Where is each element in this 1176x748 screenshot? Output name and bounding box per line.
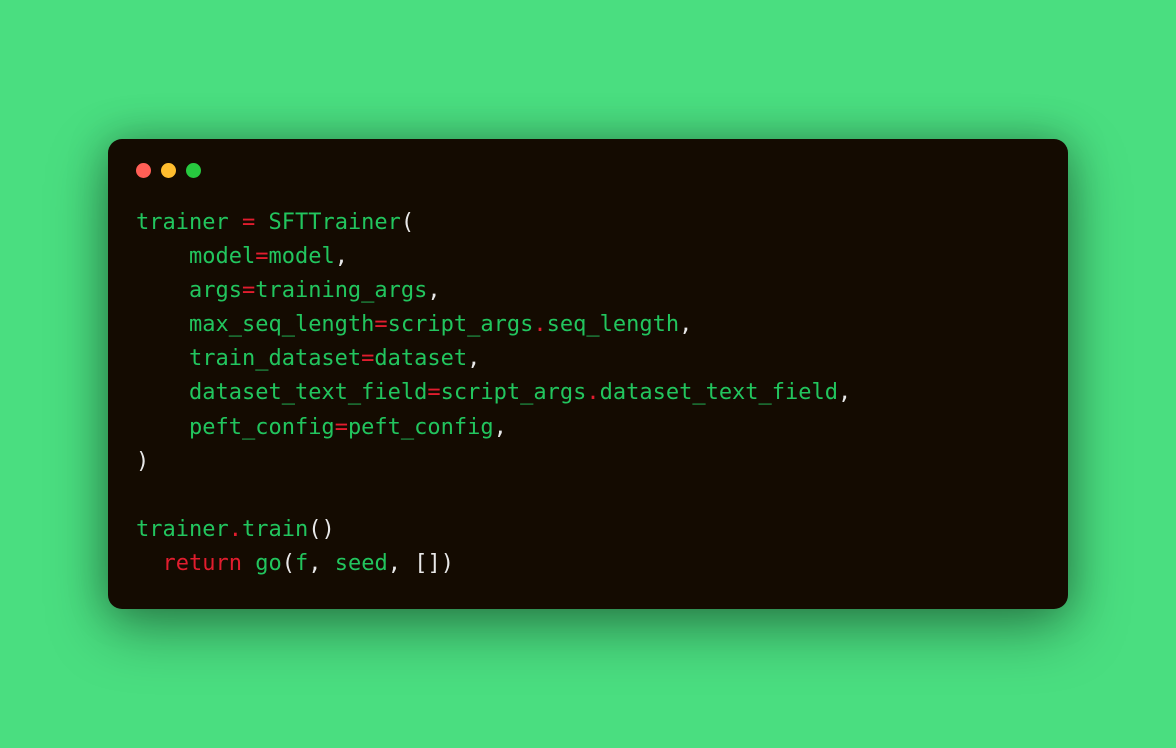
code-token: = (427, 380, 440, 405)
code-token: = (242, 210, 255, 235)
code-token: trainer (136, 517, 229, 542)
code-token (242, 551, 255, 576)
code-token: = (242, 278, 255, 303)
code-token (136, 415, 189, 440)
minimize-icon[interactable] (161, 163, 176, 178)
code-token: return (163, 551, 242, 576)
code-token: max_seq_length (189, 312, 374, 337)
code-token: ) (136, 449, 149, 474)
code-token (136, 551, 163, 576)
code-token: go (255, 551, 282, 576)
code-token (136, 346, 189, 371)
code-token: train_dataset (189, 346, 361, 371)
code-token: () (308, 517, 335, 542)
code-token: training_args (255, 278, 427, 303)
code-token: . (229, 517, 242, 542)
code-token: = (374, 312, 387, 337)
code-token: f (295, 551, 308, 576)
code-token: = (335, 415, 348, 440)
code-token: seed (335, 551, 388, 576)
code-token: , (427, 278, 440, 303)
close-icon[interactable] (136, 163, 151, 178)
code-token: ( (401, 210, 414, 235)
code-token (321, 551, 334, 576)
code-token: , (679, 312, 692, 337)
maximize-icon[interactable] (186, 163, 201, 178)
code-token: peft_config (189, 415, 335, 440)
code-token: SFTTrainer (268, 210, 400, 235)
code-token: , (388, 551, 401, 576)
code-token: . (586, 380, 599, 405)
code-token: model (189, 244, 255, 269)
code-token: ( (282, 551, 295, 576)
code-token (136, 380, 189, 405)
code-token: = (361, 346, 374, 371)
code-token: trainer (136, 210, 229, 235)
code-token (401, 551, 414, 576)
code-token: = (255, 244, 268, 269)
code-token: , (838, 380, 851, 405)
code-token: . (533, 312, 546, 337)
code-token: [] (414, 551, 441, 576)
code-token: script_args (441, 380, 587, 405)
code-token (229, 210, 242, 235)
code-token: , (494, 415, 507, 440)
code-token: dataset_text_field (189, 380, 427, 405)
code-token: , (308, 551, 321, 576)
code-window: trainer = SFTTrainer( model=model, args=… (108, 139, 1068, 609)
code-token (136, 244, 189, 269)
code-token: script_args (388, 312, 534, 337)
code-token (136, 278, 189, 303)
code-token (136, 312, 189, 337)
window-titlebar (136, 163, 1040, 178)
code-token: seq_length (547, 312, 679, 337)
code-token: dataset (374, 346, 467, 371)
code-token: ) (441, 551, 454, 576)
code-token: model (268, 244, 334, 269)
code-token: train (242, 517, 308, 542)
code-token: args (189, 278, 242, 303)
code-token: dataset_text_field (600, 380, 838, 405)
code-token: , (335, 244, 348, 269)
code-token (255, 210, 268, 235)
code-token: peft_config (348, 415, 494, 440)
code-block: trainer = SFTTrainer( model=model, args=… (136, 206, 1040, 581)
code-token: , (467, 346, 480, 371)
